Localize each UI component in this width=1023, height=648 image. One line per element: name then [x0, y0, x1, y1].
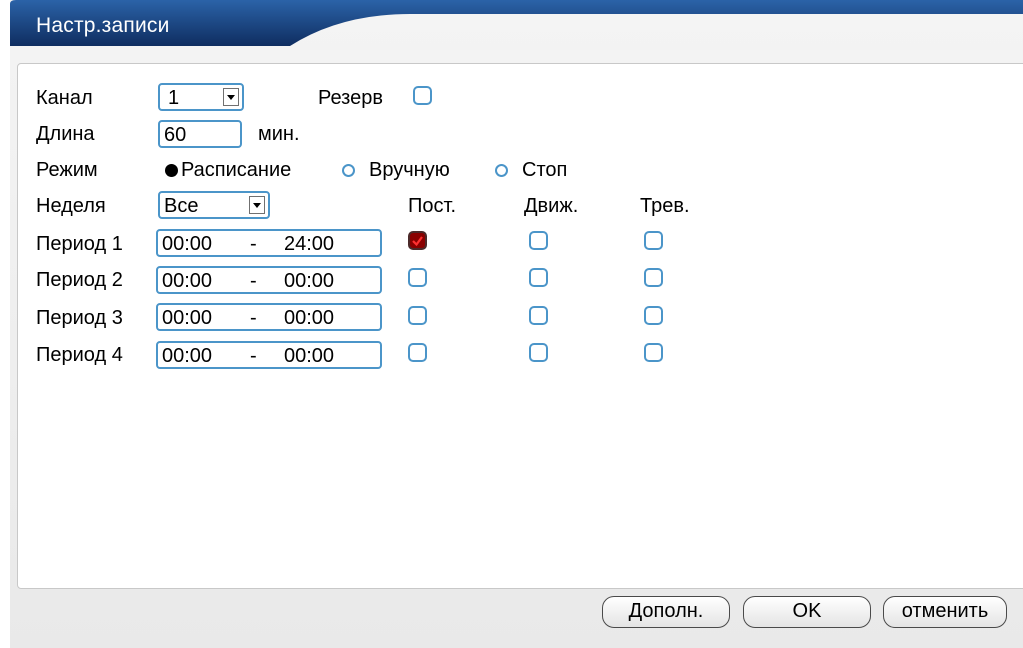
period-start[interactable]: 00:00 — [162, 306, 212, 330]
week-select[interactable]: Все — [158, 191, 270, 219]
period-constant-checkbox[interactable] — [408, 306, 427, 325]
mode-label: Режим — [36, 159, 98, 181]
period-start[interactable]: 00:00 — [162, 344, 212, 368]
period-separator: - — [250, 307, 257, 329]
period-motion-checkbox[interactable] — [529, 343, 548, 362]
period-motion-checkbox[interactable] — [529, 306, 548, 325]
period-label: Период 2 — [36, 269, 123, 291]
mode-schedule-label[interactable]: Расписание — [181, 158, 291, 182]
length-value: 60 — [164, 124, 187, 146]
period-end[interactable]: 00:00 — [284, 306, 334, 330]
mode-stop-radio[interactable] — [495, 164, 508, 177]
channel-select[interactable]: 1 — [158, 83, 244, 111]
period-motion-checkbox[interactable] — [529, 268, 548, 287]
week-value: Все — [164, 195, 199, 217]
period-time-range[interactable]: 00:00 - 00:00 — [156, 266, 382, 294]
period-constant-checkbox[interactable] — [408, 343, 427, 362]
week-label: Неделя — [36, 195, 106, 217]
period-time-range[interactable]: 00:00 - 00:00 — [156, 341, 382, 369]
period-separator: - — [250, 270, 257, 292]
period-alarm-checkbox[interactable] — [644, 268, 663, 287]
column-motion: Движ. — [524, 195, 579, 217]
period-end[interactable]: 00:00 — [284, 269, 334, 293]
length-label: Длина — [36, 123, 95, 145]
period-label: Период 4 — [36, 344, 123, 366]
period-start[interactable]: 00:00 — [162, 232, 212, 256]
period-separator: - — [250, 345, 257, 367]
period-label: Период 3 — [36, 307, 123, 329]
period-alarm-checkbox[interactable] — [644, 306, 663, 325]
mode-stop-label[interactable]: Стоп — [522, 158, 567, 182]
chevron-down-icon[interactable] — [249, 196, 265, 214]
cancel-button[interactable]: отменить — [883, 596, 1007, 628]
channel-value: 1 — [168, 87, 180, 109]
period-end[interactable]: 24:00 — [284, 232, 334, 256]
length-input[interactable]: 60 — [158, 120, 242, 148]
checkmark-icon — [412, 236, 423, 247]
ok-button[interactable]: OK — [743, 596, 871, 628]
advanced-button[interactable]: Дополн. — [602, 596, 730, 628]
reserve-label: Резерв — [318, 87, 383, 109]
channel-label: Канал — [36, 87, 93, 109]
column-alarm: Трев. — [640, 195, 690, 217]
period-start[interactable]: 00:00 — [162, 269, 212, 293]
period-constant-checkbox[interactable] — [408, 231, 427, 250]
period-separator: - — [250, 233, 257, 255]
record-settings-window: Настр.записи Канал 1 Резерв Длина 60 мин… — [10, 0, 1023, 648]
mode-manual-label[interactable]: Вручную — [369, 158, 450, 182]
period-label: Период 1 — [36, 233, 123, 255]
column-constant: Пост. — [408, 195, 456, 217]
chevron-down-icon[interactable] — [223, 88, 239, 106]
period-alarm-checkbox[interactable] — [644, 343, 663, 362]
period-constant-checkbox[interactable] — [408, 268, 427, 287]
period-alarm-checkbox[interactable] — [644, 231, 663, 250]
length-unit: мин. — [258, 123, 300, 145]
period-end[interactable]: 00:00 — [284, 344, 334, 368]
period-motion-checkbox[interactable] — [529, 231, 548, 250]
mode-schedule-radio[interactable] — [165, 164, 178, 177]
period-time-range[interactable]: 00:00 - 24:00 — [156, 229, 382, 257]
reserve-checkbox[interactable] — [413, 86, 432, 105]
period-time-range[interactable]: 00:00 - 00:00 — [156, 303, 382, 331]
window-title: Настр.записи — [36, 14, 170, 37]
mode-manual-radio[interactable] — [342, 164, 355, 177]
